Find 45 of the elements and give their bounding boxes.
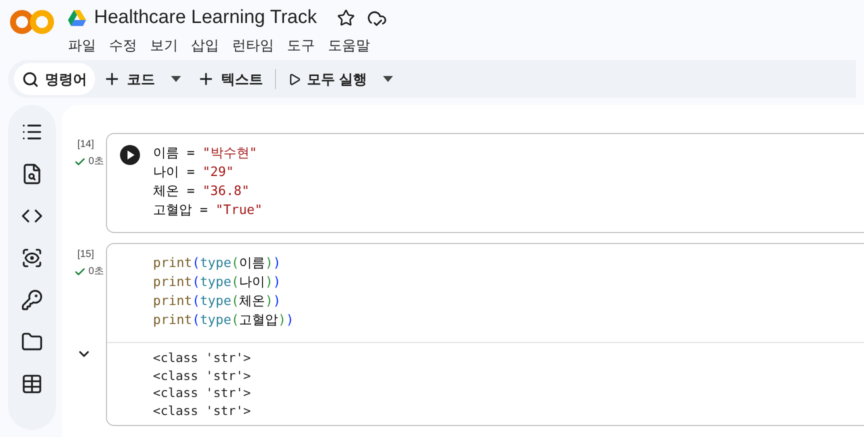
star-icon[interactable]	[336, 9, 355, 27]
code-line: print(type(이름))	[153, 255, 282, 273]
execution-count: [14]	[77, 138, 94, 152]
run-time: 0초	[88, 155, 104, 169]
menu-item[interactable]: 삽입	[191, 34, 219, 56]
drive-icon	[68, 10, 86, 26]
code-line: 체온 = "36.8"	[153, 183, 250, 201]
code-line: print(type(고혈압))	[153, 312, 294, 330]
plus-icon	[103, 70, 121, 88]
execution-count: [15]	[77, 248, 94, 262]
plus-icon	[197, 70, 215, 88]
output-line: <class 'str'>	[153, 349, 252, 366]
check-icon	[74, 266, 86, 278]
caret-icon	[171, 76, 181, 82]
menu-item[interactable]: 파일	[68, 34, 96, 56]
menu-item[interactable]: 런타임	[232, 34, 274, 56]
run-time: 0초	[88, 265, 104, 279]
check-icon	[74, 156, 86, 168]
search-icon	[22, 70, 39, 88]
play-icon	[288, 72, 301, 86]
file-search-icon[interactable]	[21, 163, 43, 185]
command-button[interactable]: 명령어	[14, 63, 95, 95]
output-line: <class 'str'>	[153, 366, 252, 384]
code-line: 나이 = "29"	[153, 164, 235, 182]
output-line: <class 'str'>	[153, 384, 252, 402]
menu-item[interactable]: 도구	[287, 34, 315, 56]
code-line: 고혈압 = "True"	[153, 202, 262, 220]
run-button[interactable]	[120, 145, 140, 165]
output-line: <class 'str'>	[153, 402, 252, 419]
add-button[interactable]: 코드	[95, 63, 163, 95]
menu-item[interactable]: 수정	[109, 34, 137, 56]
code-line: print(type(체온))	[153, 293, 282, 311]
menu-item[interactable]: 보기	[150, 34, 178, 56]
code-line: print(type(나이))	[153, 274, 282, 292]
logo-icon	[10, 8, 54, 36]
folder-icon[interactable]	[21, 331, 43, 353]
menu-item[interactable]: 도움말	[328, 34, 370, 56]
table-icon[interactable]	[21, 373, 43, 395]
run-all-button[interactable]: 모두 실행	[280, 63, 375, 95]
key-icon[interactable]	[21, 289, 43, 311]
add-button[interactable]: 텍스트	[189, 63, 271, 95]
code-line: 이름 = "박수현"	[153, 145, 258, 163]
notebook-title[interactable]: Healthcare Learning Track	[94, 4, 317, 32]
caret-icon	[382, 76, 393, 82]
eye-icon[interactable]	[21, 247, 43, 269]
